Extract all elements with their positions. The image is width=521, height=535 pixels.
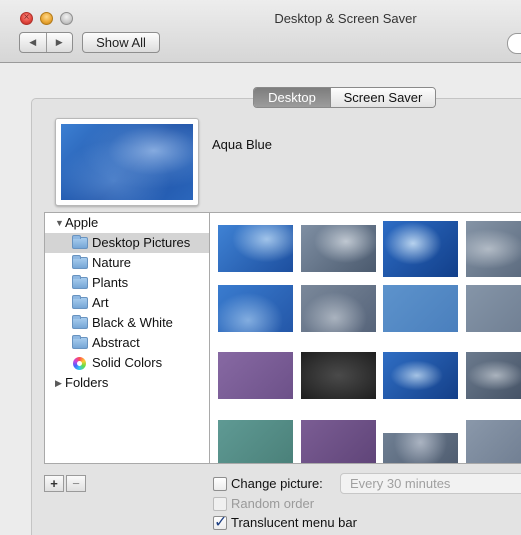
thumbnail-graphite-burst[interactable] — [466, 352, 521, 399]
thumbnail-dark-texture[interactable] — [301, 352, 376, 399]
preferences-window: × Desktop & Screen Saver ◀ ▶ Show All De… — [0, 0, 521, 535]
translucent-menu-bar-label: Translucent menu bar — [231, 515, 357, 530]
thumbnail-blue-swirl[interactable] — [218, 285, 293, 332]
source-item-solid-colors[interactable]: Solid Colors — [45, 353, 209, 373]
source-item-abstract[interactable]: Abstract — [45, 333, 209, 353]
disclosure-triangle-closed-icon[interactable]: ▶ — [55, 373, 62, 393]
color-wheel-icon — [73, 357, 86, 370]
picture-thumbnail-grid — [210, 212, 521, 464]
change-picture-label: Change picture: — [231, 476, 323, 491]
thumbnail-teal[interactable] — [218, 420, 293, 463]
thumbnail-aqua-blue[interactable] — [218, 225, 293, 272]
tab-desktop[interactable]: Desktop — [254, 88, 330, 107]
source-group-label: Folders — [65, 375, 109, 390]
source-item-label: Black & White — [92, 315, 173, 330]
tab-screen-saver[interactable]: Screen Saver — [330, 88, 435, 107]
thumbnail-graphite-wave[interactable] — [383, 433, 458, 463]
source-item-desktop-pictures[interactable]: Desktop Pictures — [45, 233, 209, 253]
source-item-label: Desktop Pictures — [92, 235, 191, 250]
thumbnail-gray[interactable] — [466, 420, 521, 463]
source-group-folders[interactable]: ▶ Folders — [45, 373, 209, 393]
folder-icon — [72, 275, 88, 289]
back-forward-control: ◀ ▶ — [19, 32, 73, 53]
disclosure-triangle-open-icon[interactable]: ▼ — [55, 213, 64, 233]
back-arrow-icon: ◀ — [29, 37, 37, 47]
folder-icon — [72, 335, 88, 349]
source-item-label: Solid Colors — [92, 355, 163, 370]
source-item-black-white[interactable]: Black & White — [45, 313, 209, 333]
show-all-button[interactable]: Show All — [82, 32, 160, 53]
tab-switcher: Desktop Screen Saver — [253, 87, 436, 108]
source-item-label: Abstract — [92, 335, 140, 350]
thumbnail-graphite-swirl[interactable] — [301, 285, 376, 332]
back-button[interactable]: ◀ — [20, 33, 46, 52]
thumbnail-violet[interactable] — [301, 420, 376, 463]
thumbnail-purple[interactable] — [218, 352, 293, 399]
source-group-apple[interactable]: ▼ Apple — [45, 213, 209, 233]
source-item-nature[interactable]: Nature — [45, 253, 209, 273]
add-folder-button[interactable]: + — [44, 475, 64, 492]
remove-folder-button[interactable]: − — [66, 475, 86, 492]
thumbnail-solid-blue[interactable] — [383, 285, 458, 332]
source-item-art[interactable]: Art — [45, 293, 209, 313]
source-list: ▼ Apple Desktop Pictures Nature Plants A… — [44, 212, 210, 464]
random-order-label: Random order — [231, 496, 315, 511]
picture-name: Aqua Blue — [212, 137, 272, 152]
thumbnail-blue-flare[interactable] — [383, 221, 458, 277]
folder-icon — [72, 255, 88, 269]
source-item-label: Nature — [92, 255, 132, 270]
folder-icon — [72, 235, 88, 249]
source-item-label: Art — [92, 295, 109, 310]
thumbnail-aqua-graphite[interactable] — [301, 225, 376, 272]
forward-button[interactable]: ▶ — [45, 33, 73, 52]
source-group-label: Apple — [65, 215, 99, 230]
preview-image — [61, 124, 193, 200]
thumbnail-solid-graphite[interactable] — [466, 285, 521, 332]
folder-icon — [72, 295, 88, 309]
forward-arrow-icon: ▶ — [55, 37, 63, 47]
current-picture-preview — [55, 118, 199, 206]
random-order-checkbox[interactable] — [213, 497, 227, 511]
thumbnail-graphite-flare[interactable] — [466, 221, 521, 277]
title-bar: × Desktop & Screen Saver ◀ ▶ Show All — [0, 0, 521, 63]
translucent-menu-bar-checkbox[interactable] — [213, 512, 227, 532]
source-item-plants[interactable]: Plants — [45, 273, 209, 293]
source-item-label: Plants — [92, 275, 129, 290]
change-interval-select[interactable]: Every 30 minutes — [340, 473, 521, 494]
folder-icon — [72, 315, 88, 329]
thumbnail-blue-burst[interactable] — [383, 352, 458, 399]
search-field[interactable] — [507, 33, 521, 54]
change-picture-checkbox[interactable] — [213, 477, 227, 491]
window-title: Desktop & Screen Saver — [274, 11, 417, 26]
